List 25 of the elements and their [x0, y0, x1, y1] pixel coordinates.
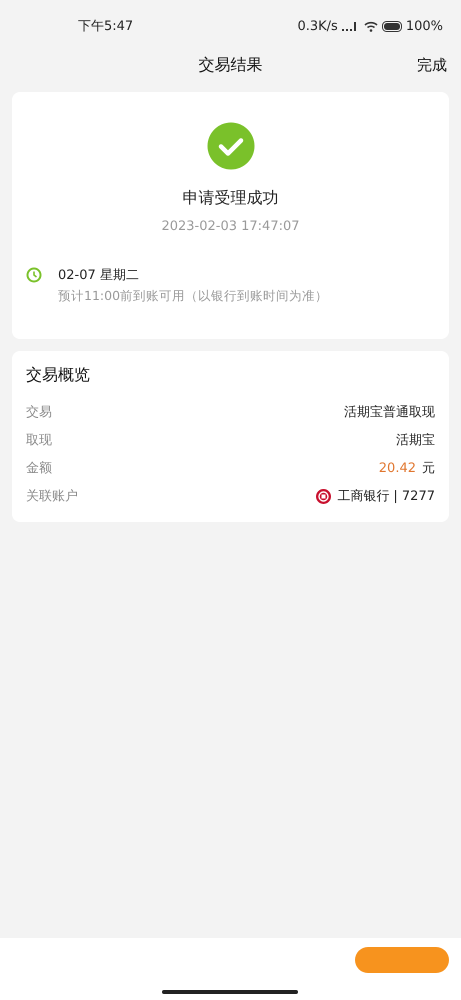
done-button[interactable]: 完成 — [417, 56, 447, 74]
clock-icon — [26, 267, 42, 283]
status-time: 下午5:47 — [78, 18, 134, 35]
detail-label: 交易 — [26, 404, 52, 421]
arrival-date: 02-07 星期二 — [58, 267, 140, 284]
section-title: 交易概览 — [26, 365, 91, 386]
battery-percent: 100% — [406, 18, 443, 34]
battery-icon — [382, 20, 402, 32]
success-check-icon — [206, 122, 254, 170]
result-title: 申请受理成功 — [182, 188, 278, 209]
wifi-icon — [364, 20, 378, 32]
bank-account: 工商银行 | 7277 — [337, 488, 435, 505]
action-button[interactable] — [355, 947, 449, 973]
detail-label: 金额 — [26, 460, 52, 477]
amount-value: 20.42 — [378, 460, 416, 476]
detail-label: 关联账户 — [26, 488, 78, 505]
result-datetime: 2023-02-03 17:47:07 — [161, 219, 300, 234]
detail-label: 取现 — [26, 432, 52, 449]
page-title: 交易结果 — [198, 54, 262, 76]
currency-unit: 元 — [422, 460, 435, 477]
bank-logo-icon — [316, 488, 332, 504]
detail-value: 活期宝 — [396, 432, 435, 449]
arrival-note: 预计11:00前到账可用（以银行到账时间为准） — [58, 288, 328, 305]
detail-value: 活期宝普通取现 — [344, 404, 435, 421]
network-speed: 0.3K/s — [297, 18, 338, 34]
